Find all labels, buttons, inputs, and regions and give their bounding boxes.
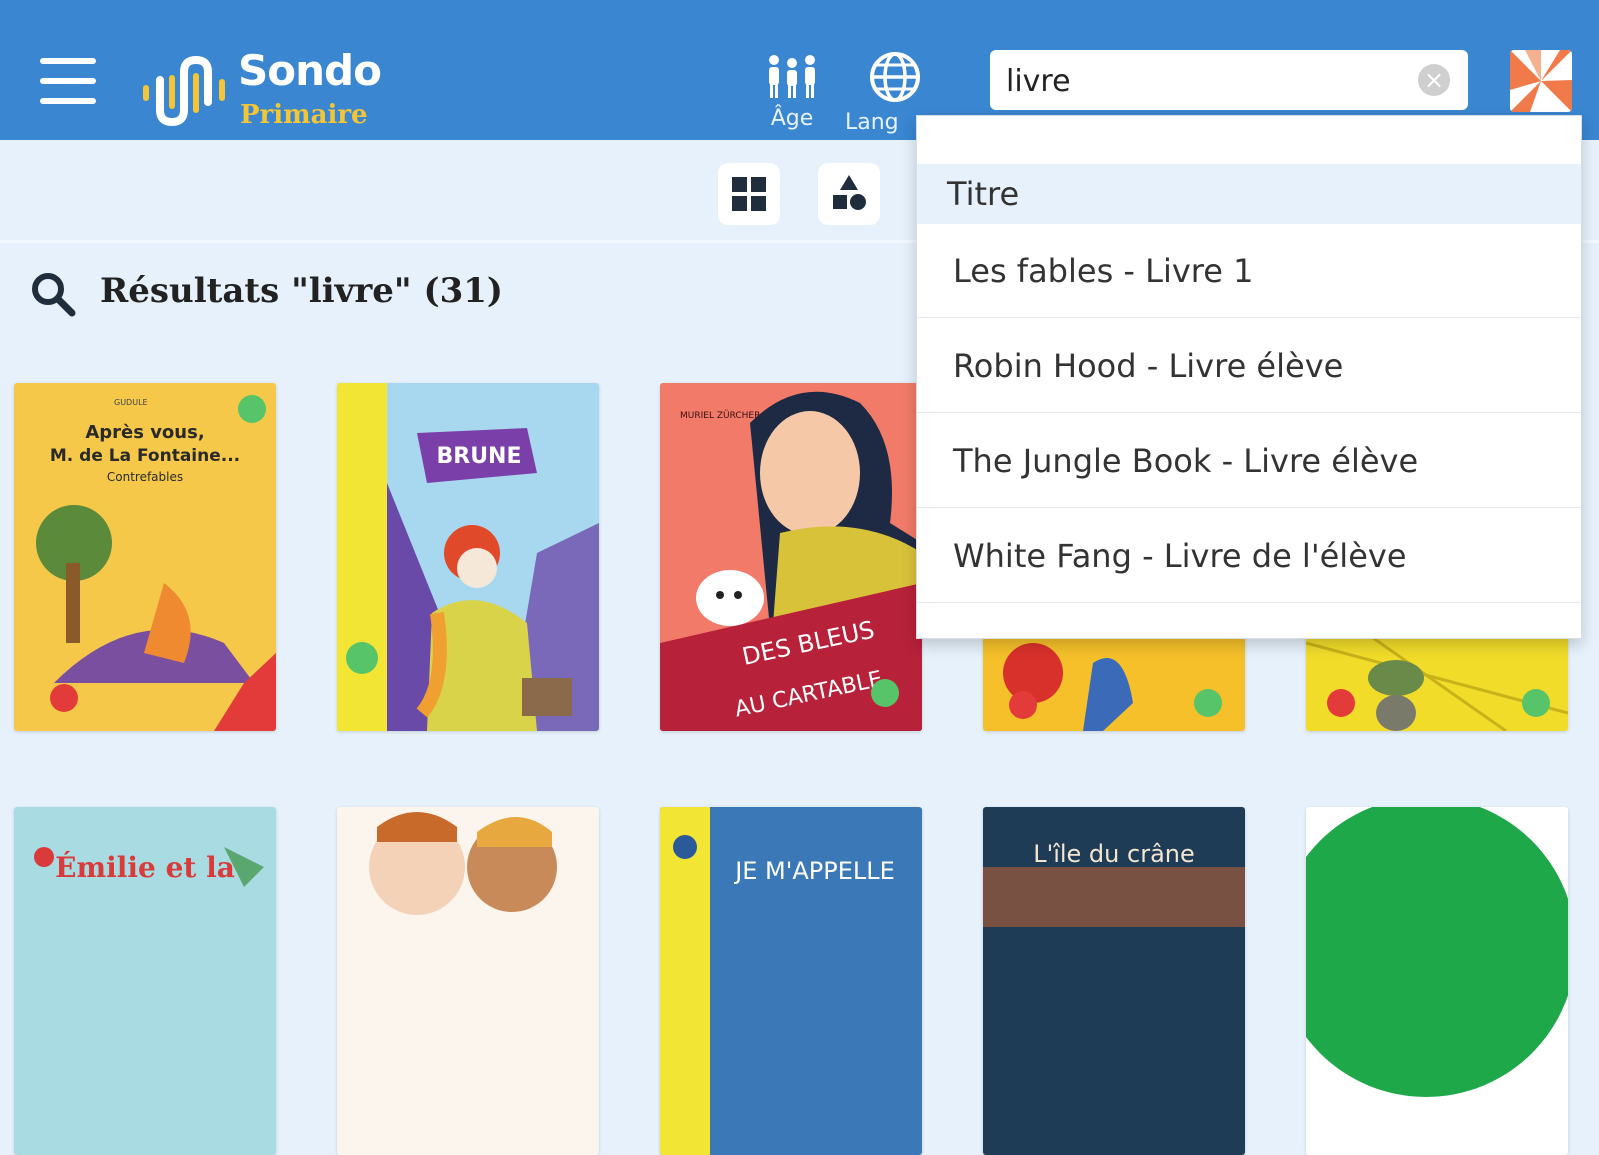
search-input[interactable] [1004, 60, 1408, 102]
book-cover[interactable]: DES BLEUS AU CARTABLE MURIEL ZÜRCHER [660, 383, 922, 731]
book-author: GUDULE [114, 398, 148, 407]
suggestion-item[interactable]: Les fables - Livre 1 [917, 224, 1581, 318]
grid-view-button[interactable] [718, 163, 780, 225]
suggestion-item[interactable]: The Jungle Book - Livre élève [917, 414, 1581, 508]
book-cover[interactable]: JE M'APPELLE [660, 807, 922, 1155]
book-title: L'île du crâne [1033, 840, 1195, 868]
logo-title: Sondo [238, 46, 382, 95]
user-avatar[interactable] [1510, 50, 1572, 112]
book-title: BRUNE [436, 444, 521, 469]
svg-text:M. de La Fontaine...: M. de La Fontaine... [50, 446, 240, 466]
people-icon [769, 55, 815, 98]
book-cover-image: JE M'APPELLE [660, 807, 922, 1155]
book-cover[interactable] [1306, 807, 1568, 1155]
results-title: Résultats "livre" (31) [100, 271, 503, 311]
book-cover[interactable]: L'île du crâne [983, 807, 1245, 1155]
age-filter-button[interactable]: Âge [752, 54, 832, 131]
logo-subtitle: Primaire [240, 100, 368, 130]
sondo-logo-icon [143, 55, 225, 127]
book-cover[interactable]: GUDULE Après vous, M. de La Fontaine... … [14, 383, 276, 731]
book-title: JE M'APPELLE [733, 857, 895, 885]
suggestions-section-title: Titre [917, 164, 1581, 224]
suggestion-item[interactable]: Robin Hood - Livre élève [917, 319, 1581, 413]
search-suggestions-dropdown: Titre Les fables - Livre 1 Robin Hood - … [916, 115, 1582, 639]
book-subtitle: Contrefables [107, 470, 183, 484]
search-box: × [990, 50, 1468, 110]
grid-icon [732, 177, 766, 211]
book-cover[interactable] [337, 807, 599, 1155]
shapes-view-button[interactable] [818, 163, 880, 225]
svg-text:Après vous,: Après vous, [85, 422, 204, 443]
avatar-pattern-icon [1510, 50, 1572, 112]
book-cover-image [337, 807, 599, 1155]
book-cover-image: GUDULE Après vous, M. de La Fontaine... … [14, 383, 276, 731]
book-author: MURIEL ZÜRCHER [680, 410, 760, 421]
suggestion-item[interactable]: White Fang - Livre de l'élève [917, 509, 1581, 603]
book-cover-image: BRUNE [337, 383, 599, 731]
book-cover-image [1306, 807, 1568, 1155]
menu-icon[interactable] [40, 58, 96, 108]
book-cover-image: Émilie et la [14, 807, 276, 1155]
shapes-icon [833, 175, 866, 210]
book-cover[interactable]: BRUNE [337, 383, 599, 731]
book-title: Émilie et la [55, 851, 235, 884]
clear-search-icon[interactable]: × [1418, 64, 1450, 96]
book-cover-image: DES BLEUS AU CARTABLE MURIEL ZÜRCHER [660, 383, 922, 731]
age-label: Âge [770, 106, 814, 131]
globe-icon [870, 52, 920, 102]
book-cover-image: L'île du crâne [983, 807, 1245, 1155]
book-cover[interactable]: Émilie et la [14, 807, 276, 1155]
search-icon [32, 273, 76, 317]
